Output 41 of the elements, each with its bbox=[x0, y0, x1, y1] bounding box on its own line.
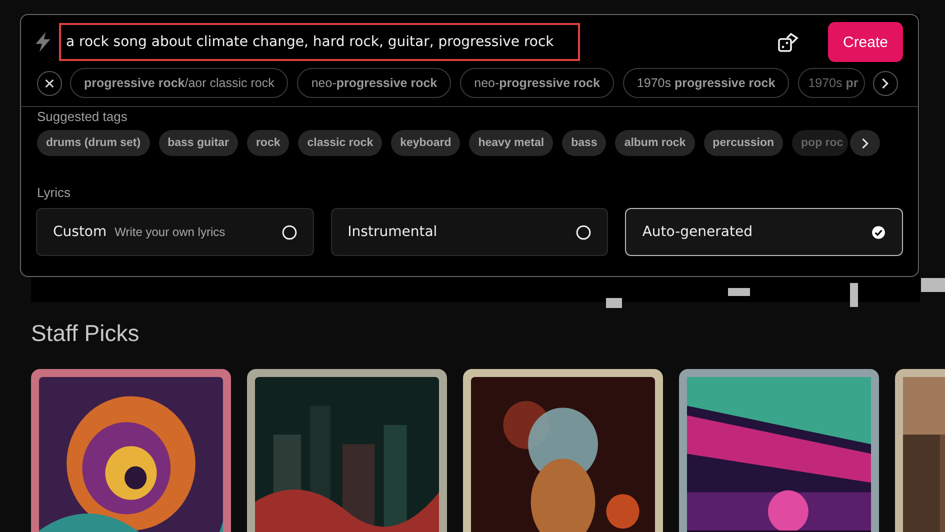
level-bar bbox=[921, 278, 945, 292]
radio-button[interactable] bbox=[282, 224, 297, 240]
level-bar bbox=[728, 288, 750, 296]
dice-icon[interactable] bbox=[777, 31, 799, 53]
lyrics-option[interactable]: Custom Write your own lyrics bbox=[36, 208, 314, 256]
chevron-right-icon bbox=[860, 138, 871, 148]
tag-chip[interactable]: heavy metal bbox=[469, 130, 554, 156]
lyrics-option[interactable]: Instrumental bbox=[330, 208, 608, 256]
close-button[interactable] bbox=[37, 70, 62, 96]
close-icon bbox=[44, 78, 55, 88]
tag-chip[interactable]: drums (drum set) bbox=[37, 130, 150, 156]
lyrics-option[interactable]: Auto-generated bbox=[625, 208, 904, 256]
level-bar bbox=[606, 298, 622, 308]
tag-chip[interactable]: album rock bbox=[615, 130, 695, 156]
tag-chip[interactable]: bass bbox=[562, 130, 606, 156]
option-label: Instrumental bbox=[348, 224, 438, 240]
section-title: Staff Picks bbox=[31, 320, 140, 347]
next-button[interactable] bbox=[850, 130, 880, 156]
section-label: Suggested tags bbox=[36, 108, 128, 124]
next-button[interactable] bbox=[873, 70, 898, 96]
level-bar bbox=[850, 283, 858, 307]
suggestion-chip[interactable]: neo-progressive rock bbox=[460, 68, 614, 98]
option-label: Auto-generated bbox=[642, 224, 752, 240]
tag-chip[interactable]: keyboard bbox=[391, 130, 460, 156]
section-label: Lyrics bbox=[36, 184, 72, 200]
option-label: Custom bbox=[53, 224, 107, 240]
tag-chip[interactable]: classic rock bbox=[298, 130, 382, 156]
option-hint: Write your own lyrics bbox=[114, 225, 226, 239]
suggestion-chip[interactable]: neo-progressive rock bbox=[297, 68, 452, 98]
chevron-right-icon bbox=[880, 78, 892, 88]
lightning-icon bbox=[33, 31, 53, 53]
tag-chip[interactable]: percussion bbox=[704, 130, 784, 156]
suggestion-chip[interactable]: 1970s pr bbox=[798, 68, 866, 98]
radio-checked[interactable] bbox=[871, 224, 886, 240]
radio-button[interactable] bbox=[576, 224, 592, 240]
suggestion-chip[interactable]: 1970s progressive rock bbox=[622, 68, 790, 98]
tag-chip[interactable]: rock bbox=[246, 130, 290, 156]
prompt-field[interactable]: a rock song about climate change, hard rock, guitar, progressive rock bbox=[59, 23, 580, 61]
tag-chip[interactable]: bass guitar bbox=[158, 130, 238, 156]
suggestion-chip[interactable]: progressive rock/aor classic rock bbox=[70, 68, 288, 98]
create-button[interactable]: Create bbox=[828, 22, 903, 62]
